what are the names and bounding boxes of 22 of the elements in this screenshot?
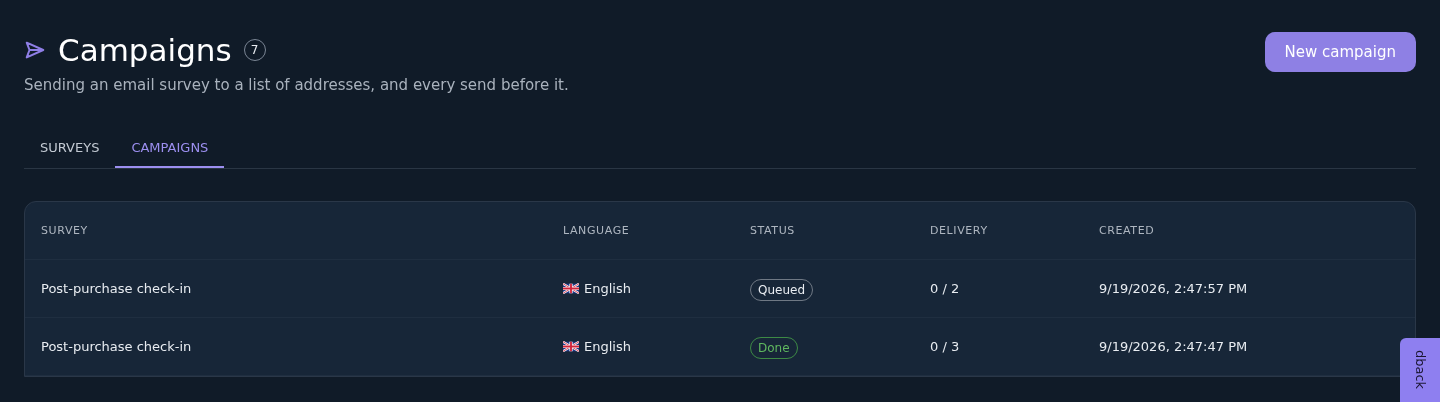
new-campaign-button[interactable]: New campaign xyxy=(1264,32,1416,72)
page-title: Campaigns xyxy=(58,32,232,68)
table-cell-text: 0 / 2 xyxy=(930,281,961,296)
column-header: LANGUAGE xyxy=(563,224,631,237)
table-cell-text: 0 / 3 xyxy=(930,339,961,354)
table-cell-text: 9/19/2026, 2:47:47 PM xyxy=(1099,339,1249,354)
tab[interactable]: SURVEYS xyxy=(24,132,116,168)
column-header: STATUS xyxy=(750,224,796,237)
column-header: SURVEY xyxy=(41,224,89,237)
page-subtitle: Sending an email survey to a list of addresses, and every send before it. xyxy=(24,76,569,94)
table-cell-text: Post-purchase check-in xyxy=(41,339,193,354)
column-header: DELIVERY xyxy=(930,224,989,237)
flag-icon xyxy=(563,341,579,352)
table-cell-text: 9/19/2026, 2:47:57 PM xyxy=(1099,281,1249,296)
send-icon xyxy=(24,39,46,61)
tab[interactable]: CAMPAIGNS xyxy=(115,132,225,168)
table-cell-text: Post-purchase check-in xyxy=(41,281,193,296)
table-cell: English xyxy=(584,339,631,354)
feedback-tab[interactable]: dback xyxy=(1400,338,1440,402)
table-cell: English xyxy=(584,281,631,296)
column-header: CREATED xyxy=(1099,224,1156,237)
flag-icon xyxy=(563,283,579,294)
